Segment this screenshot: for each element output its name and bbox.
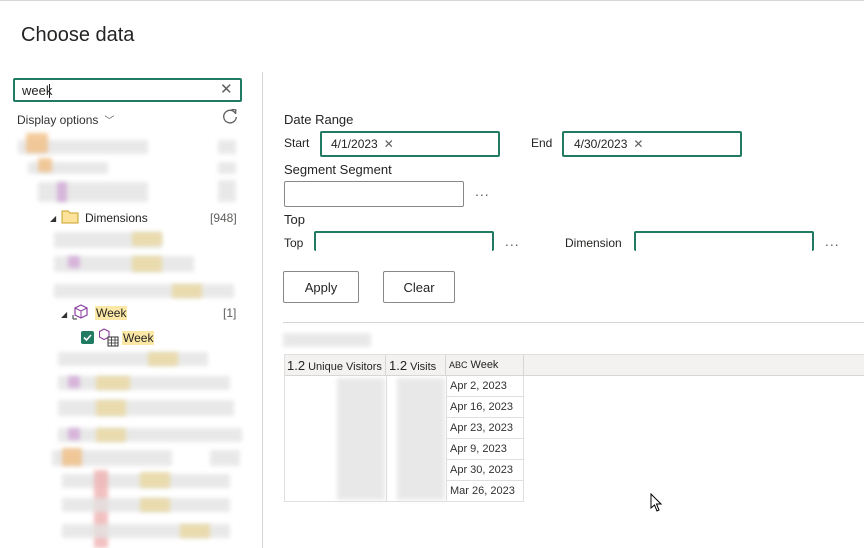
redacted-visits	[397, 378, 445, 500]
week-group-count: [1]	[223, 306, 237, 320]
remove-end-icon[interactable]: ✕	[633, 137, 643, 151]
week-checkbox[interactable]	[81, 331, 94, 344]
display-options-button[interactable]: Display options ﹀	[17, 112, 114, 127]
section-divider	[283, 322, 864, 323]
table-bottom-border	[284, 501, 524, 502]
column-label: Week	[470, 359, 499, 371]
dimension-table-icon	[99, 328, 119, 347]
tree-week-group[interactable]: Week	[95, 306, 128, 320]
week-item-label: Week	[122, 331, 155, 345]
column-label: Visits	[410, 361, 437, 373]
date-range-label: Date Range	[284, 112, 354, 127]
dimensions-count: [948]	[210, 211, 237, 225]
clear-search-icon[interactable]: ✕	[220, 82, 233, 97]
column-header-week[interactable]: ABC Week	[446, 355, 524, 376]
tree-week-item[interactable]: Week	[122, 331, 155, 345]
start-label: Start	[284, 136, 310, 150]
table-cell-week: Apr 23, 2023	[446, 418, 523, 439]
text-type-icon: ABC	[449, 360, 468, 370]
segment-label: Segment Segment	[284, 162, 392, 177]
top-input[interactable]	[314, 231, 494, 251]
column-divider	[386, 376, 387, 502]
collapse-dimensions-icon[interactable]: ◢	[50, 214, 56, 223]
column-header-visits[interactable]: 1.2 Visits	[386, 355, 446, 376]
pane-divider[interactable]	[262, 72, 263, 548]
decimal-type-icon: 1.2	[287, 358, 306, 373]
column-divider	[523, 376, 524, 502]
column-label: Unique Visitors	[308, 361, 382, 373]
top-section-label: Top	[284, 212, 305, 227]
folder-icon	[61, 210, 79, 224]
preview-table: 1.2 Unique Visitors 1.2 Visits ABC Week Apr…	[284, 354, 864, 548]
end-date-chip[interactable]: 4/30/2023 ✕	[574, 137, 643, 151]
end-label: End	[531, 136, 553, 150]
dialog-title: Choose data	[21, 24, 135, 46]
tree-dimensions[interactable]: Dimensions	[85, 211, 148, 225]
redacted-table-title	[283, 333, 371, 347]
start-date-chip[interactable]: 4/1/2023 ✕	[331, 137, 394, 151]
search-field[interactable]	[13, 78, 242, 102]
dimension-label: Dimension	[565, 236, 622, 250]
text-caret	[49, 84, 50, 98]
top-more-button[interactable]: ...	[505, 233, 520, 249]
apply-button[interactable]: Apply	[283, 271, 359, 303]
table-cell-week: Apr 2, 2023	[446, 376, 523, 397]
collapse-week-icon[interactable]: ◢	[61, 310, 67, 319]
table-cell-week: Apr 9, 2023	[446, 439, 523, 460]
dimension-cube-icon	[72, 304, 88, 320]
column-header-unique-visitors[interactable]: 1.2 Unique Visitors	[284, 355, 386, 376]
week-group-label: Week	[95, 306, 128, 320]
table-left-border	[284, 354, 285, 502]
top-border	[0, 0, 864, 1]
dimension-more-button[interactable]: ...	[825, 233, 840, 249]
table-header: 1.2 Unique Visitors 1.2 Visits ABC Week	[284, 354, 864, 376]
table-cell-week: Mar 26, 2023	[446, 481, 523, 502]
remove-start-icon[interactable]: ✕	[384, 137, 394, 151]
checkmark-icon	[83, 334, 92, 342]
segment-more-button[interactable]: ...	[475, 183, 490, 199]
redacted-unique-visitors	[337, 378, 385, 500]
decimal-type-icon: 1.2	[389, 358, 408, 373]
top-label: Top	[284, 236, 304, 250]
start-date-value: 4/1/2023	[331, 137, 378, 151]
display-options-label: Display options	[17, 113, 99, 127]
clear-button[interactable]: Clear	[383, 271, 455, 303]
chevron-down-icon: ﹀	[104, 116, 115, 127]
table-cell-week: Apr 16, 2023	[446, 397, 523, 418]
refresh-icon[interactable]	[221, 107, 239, 125]
table-cell-week: Apr 30, 2023	[446, 460, 523, 481]
segment-input[interactable]	[284, 181, 464, 207]
mouse-cursor-icon	[650, 493, 663, 512]
search-input[interactable]	[22, 82, 212, 98]
dimension-input[interactable]	[634, 231, 814, 251]
end-date-value: 4/30/2023	[574, 137, 628, 151]
